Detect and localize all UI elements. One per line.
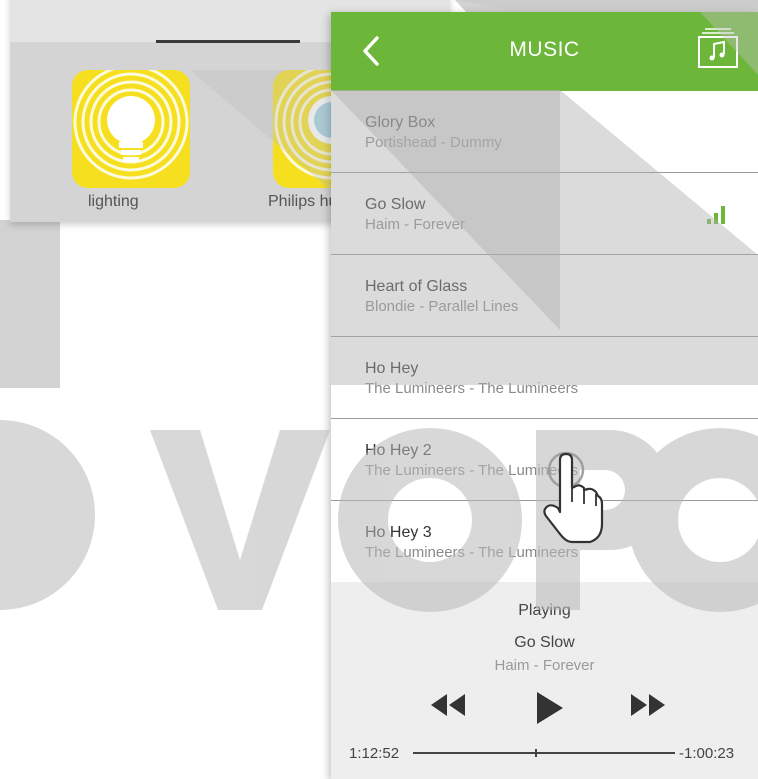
list-item[interactable]: Ho Hey The Lumineers - The Lumineers — [331, 337, 758, 419]
progress-thumb[interactable] — [535, 749, 538, 757]
page-title: MUSIC — [509, 38, 580, 61]
now-playing-artist: Haim - Forever — [494, 657, 595, 674]
app-label-lighting: lighting — [88, 193, 139, 210]
player-bar: Playing Go Slow Haim - Forever 1:12:52 -… — [331, 582, 758, 779]
song-subtitle: Blondie - Parallel Lines — [365, 298, 519, 315]
song-list: Glory Box Portishead - Dummy Go Slow Hai… — [331, 91, 758, 582]
now-playing-title: Go Slow — [514, 634, 575, 651]
player-status: Playing — [518, 602, 571, 619]
song-title: Go Slow — [365, 196, 426, 213]
list-item[interactable]: Ho Hey 2 The Lumineers - The Lumineers — [331, 419, 758, 501]
fast-forward-icon — [631, 694, 665, 716]
song-title: Ho Hey 2 — [365, 442, 432, 459]
progress-slider[interactable] — [413, 749, 675, 757]
app-tile-lighting[interactable] — [72, 70, 190, 188]
song-subtitle: The Lumineers - The Lumineers — [365, 462, 579, 479]
song-title: Glory Box — [365, 114, 436, 131]
music-panel: MUSIC Glory Box Portishead - Dummy Go Sl… — [331, 12, 758, 779]
rewind-icon — [431, 694, 465, 716]
list-item[interactable]: Go Slow Haim - Forever — [331, 173, 758, 255]
elapsed-time: 1:12:52 — [349, 745, 400, 762]
progress-fill — [413, 752, 537, 754]
music-library-icon — [698, 28, 738, 68]
play-icon — [537, 692, 563, 724]
tab-indicator — [156, 40, 300, 43]
list-item[interactable]: Ho Hey 3 The Lumineers - The Lumineers — [331, 501, 758, 582]
song-subtitle: The Lumineers - The Lumineers — [365, 544, 579, 561]
fast-forward-button[interactable] — [629, 692, 669, 723]
list-item[interactable]: Glory Box Portishead - Dummy — [331, 91, 758, 173]
song-title: Ho Hey — [365, 360, 419, 377]
song-title: Ho Hey 3 — [365, 524, 432, 541]
music-header: MUSIC — [331, 12, 758, 91]
song-title: Heart of Glass — [365, 278, 468, 295]
list-item[interactable]: Heart of Glass Blondie - Parallel Lines — [331, 255, 758, 337]
play-button[interactable] — [535, 692, 565, 729]
remaining-time: -1:00:23 — [679, 745, 735, 762]
back-button[interactable] — [353, 28, 393, 74]
song-subtitle: The Lumineers - The Lumineers — [365, 380, 579, 397]
song-subtitle: Haim - Forever — [365, 216, 466, 233]
rewind-button[interactable] — [427, 692, 467, 723]
music-library-button[interactable] — [697, 26, 739, 70]
chevron-left-icon — [363, 36, 379, 66]
light-bulb-icon — [73, 70, 189, 180]
now-playing-icon — [707, 206, 725, 224]
app-label-philips-hue: Philips hue — [268, 193, 340, 210]
song-subtitle: Portishead - Dummy — [365, 134, 502, 151]
